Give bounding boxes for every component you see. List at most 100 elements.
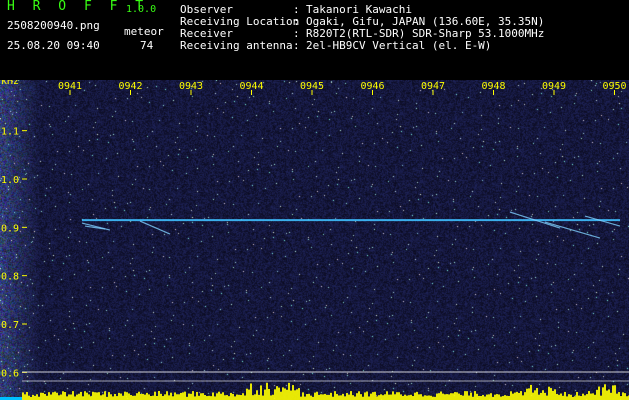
signal-level-bar [574,396,576,400]
signal-level-bar [286,389,288,400]
signal-level-bar [272,394,274,400]
signal-level-bar [92,391,94,400]
signal-level-bar [34,395,36,400]
signal-level-bar [128,393,130,400]
signal-level-bar [112,396,114,400]
signal-level-bar [580,396,582,400]
signal-level-bar [454,392,456,400]
signal-level-bar [130,395,132,400]
signal-level-bar [396,392,398,400]
signal-level-bar [412,396,414,400]
signal-level-bar [318,394,320,400]
signal-level-bar [474,391,476,400]
signal-level-bar [540,392,542,400]
signal-level-bar [356,393,358,400]
signal-level-bar [554,389,556,400]
signal-level-bar [118,392,120,400]
x-tick-label: 0941 [58,81,82,92]
signal-level-bar [232,393,234,400]
meteor-echo [139,220,171,235]
signal-level-bar [380,394,382,400]
signal-level-bar [586,394,588,400]
signal-level-bar [52,392,54,400]
signal-level-bar [70,394,72,400]
signal-level-bar [114,393,116,400]
signal-level-bar [458,393,460,400]
signal-level-bar [406,395,408,400]
signal-level-bar [550,388,552,400]
signal-level-bar [366,391,368,400]
signal-level-bar [506,395,508,400]
meteor-echo [544,221,601,239]
signal-level-bar [596,389,598,400]
signal-level-bar [116,396,118,400]
signal-level-bar [410,394,412,400]
signal-level-bar [386,391,388,400]
signal-level-bar [328,394,330,400]
signal-level-bar [400,394,402,400]
signal-level-bar [242,393,244,400]
signal-level-bar [486,394,488,400]
signal-level-bar [452,393,454,400]
signal-level-bar [608,389,610,400]
signal-level-bar [334,391,336,400]
signal-level-bar [442,393,444,400]
signal-level-bar [558,394,560,400]
signal-level-bar [584,395,586,400]
signal-level-bar [188,393,190,400]
signal-level-bar [336,394,338,400]
signal-level-bar [58,395,60,400]
signal-level-bar [76,394,78,400]
signal-level-bar [466,391,468,400]
signal-level-bar [46,395,48,400]
signal-level-bar [534,390,536,400]
signal-level-bar [200,393,202,400]
signal-level-bar [536,388,538,400]
signal-level-bar [368,396,370,400]
signal-level-bar [198,395,200,400]
signal-level-bar [250,383,252,400]
signal-level-bar [602,387,604,400]
signal-level-bar [496,394,498,400]
signal-level-bar [420,394,422,400]
signal-level-bar [246,388,248,400]
signal-level-bar [234,396,236,400]
signal-level-bar [142,393,144,400]
signal-level-bar [66,396,68,400]
signal-level-bar [418,394,420,400]
signal-level-bar [258,394,260,400]
signal-level-bar [372,392,374,400]
signal-level-bar [310,395,312,400]
datetime-label: 25.08.20 09:40 [7,39,100,52]
signal-level-bar [338,395,340,400]
signal-level-bar [214,396,216,400]
signal-level-bar [516,391,518,400]
signal-level-bar [314,392,316,400]
signal-level-bar [426,395,428,400]
signal-level-bar [468,395,470,400]
antenna-colon: : [293,39,300,52]
signal-level-bar [32,394,34,400]
signal-level-bar [614,385,616,400]
signal-level-bar [86,392,88,400]
signal-level-bar [384,394,386,400]
signal-level-bar [168,395,170,400]
signal-level-bar [530,384,532,400]
signal-level-bar [428,395,430,400]
signal-level-bar [388,394,390,400]
signal-level-bar [202,393,204,400]
x-tick-label: 0947 [421,81,445,92]
signal-level-bar [278,387,280,400]
signal-level-bar [478,395,480,400]
signal-level-bar [268,388,270,400]
signal-level-bar [148,394,150,400]
signal-level-bar [78,393,80,400]
signal-level-bar [110,394,112,400]
signal-level-bar [108,392,110,400]
signal-level-bar [390,394,392,400]
signal-level-bar [122,395,124,400]
signal-level-bar [548,386,550,400]
signal-level-bar [276,386,278,400]
signal-level-bar [500,396,502,400]
signal-level-bar [424,395,426,400]
